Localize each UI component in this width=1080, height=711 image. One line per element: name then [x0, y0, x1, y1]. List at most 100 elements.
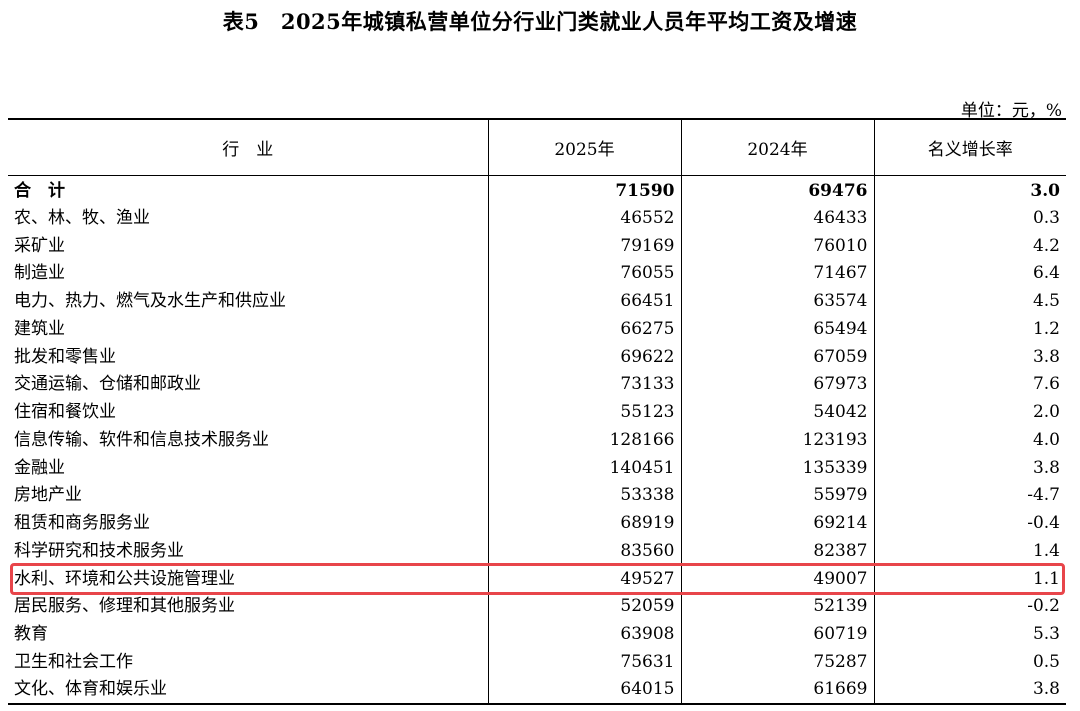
- cell-growth: 2.0: [873, 398, 1066, 427]
- table-row: 采矿业 79169 76010 4.2: [8, 232, 1066, 260]
- cell-2025: 128166: [487, 426, 681, 455]
- cell-2025: 68919: [487, 509, 681, 538]
- cell-2024: 69214: [680, 509, 874, 538]
- cell-2024: 67059: [680, 343, 874, 371]
- cell-growth: -0.4: [873, 509, 1066, 538]
- cell-2025: 46552: [487, 204, 681, 233]
- cell-industry: 金融业: [14, 457, 65, 478]
- cell-2025: 79169: [487, 232, 681, 260]
- cell-2024: 54042: [680, 398, 874, 427]
- cell-2024: 135339: [680, 454, 874, 482]
- cell-2024: 61669: [680, 676, 874, 706]
- cell-2025: 76055: [487, 260, 681, 288]
- cell-2024: 82387: [680, 537, 874, 566]
- cell-2025: 71590: [487, 175, 681, 205]
- table-row: 租赁和商务服务业 68919 69214 -0.4: [8, 509, 1066, 538]
- cell-industry: 制造业: [14, 263, 65, 284]
- cell-growth: 3.8: [873, 343, 1066, 371]
- cell-2025: 75631: [487, 648, 681, 677]
- cell-growth: 0.5: [873, 648, 1066, 677]
- table-row: 教育 63908 60719 5.3: [8, 620, 1066, 649]
- cell-industry: 水利、环境和公共设施管理业: [14, 568, 235, 589]
- cell-growth: 4.5: [873, 287, 1066, 316]
- cell-industry: 批发和零售业: [14, 346, 116, 367]
- wage-table: 行 业 2025年 2024年 名义增长率 合 计 71590 69476 3.…: [8, 118, 1066, 706]
- cell-industry: 农、林、牧、渔业: [14, 207, 150, 228]
- cell-industry: 科学研究和技术服务业: [14, 540, 184, 561]
- table-row: 科学研究和技术服务业 83560 82387 1.4: [8, 537, 1066, 566]
- cell-2024: 49007: [680, 565, 874, 593]
- cell-2024: 71467: [680, 260, 874, 288]
- cell-industry: 租赁和商务服务业: [14, 513, 150, 534]
- cell-2024: 123193: [680, 426, 874, 455]
- cell-2025: 83560: [487, 537, 681, 566]
- header-industry: 行 业: [8, 118, 488, 176]
- cell-2024: 63574: [680, 287, 874, 316]
- table-title: 表5 2025年城镇私营单位分行业门类就业人员年平均工资及增速: [222, 9, 858, 34]
- header-row: 行 业 2025年 2024年 名义增长率: [8, 118, 1066, 176]
- header-2025: 2025年: [487, 118, 681, 176]
- cell-2024: 65494: [680, 315, 874, 344]
- cell-growth: 7.6: [873, 371, 1066, 399]
- cell-2025: 73133: [487, 371, 681, 399]
- table-row: 建筑业 66275 65494 1.2: [8, 315, 1066, 344]
- table-row: 房地产业 53338 55979 -4.7: [8, 482, 1066, 510]
- cell-growth: 0.3: [873, 204, 1066, 233]
- cell-industry: 合 计: [14, 180, 65, 201]
- cell-growth: 3.8: [873, 454, 1066, 482]
- table-row: 制造业 76055 71467 6.4: [8, 260, 1066, 288]
- cell-2025: 52059: [487, 593, 681, 621]
- cell-industry: 建筑业: [14, 318, 65, 339]
- cell-2024: 52139: [680, 593, 874, 621]
- table-row: 住宿和餐饮业 55123 54042 2.0: [8, 398, 1066, 427]
- table-row: 信息传输、软件和信息技术服务业 128166 123193 4.0: [8, 426, 1066, 455]
- cell-2024: 69476: [680, 175, 874, 205]
- cell-2025: 63908: [487, 620, 681, 649]
- header-growth-rate: 名义增长率: [873, 118, 1066, 176]
- table-row-total: 合 计 71590 69476 3.0: [8, 175, 1066, 205]
- cell-industry: 卫生和社会工作: [14, 651, 133, 672]
- cell-growth: 1.4: [873, 537, 1066, 566]
- table-row: 批发和零售业 69622 67059 3.8: [8, 343, 1066, 371]
- table-row-highlighted: 水利、环境和公共设施管理业 49527 49007 1.1: [8, 565, 1066, 593]
- cell-industry: 交通运输、仓储和邮政业: [14, 374, 201, 395]
- cell-2024: 75287: [680, 648, 874, 677]
- table-row: 文化、体育和娱乐业 64015 61669 3.8: [8, 676, 1066, 706]
- cell-2024: 46433: [680, 204, 874, 233]
- cell-growth: -4.7: [873, 482, 1066, 510]
- table-row: 卫生和社会工作 75631 75287 0.5: [8, 648, 1066, 677]
- cell-industry: 采矿业: [14, 235, 65, 256]
- cell-industry: 信息传输、软件和信息技术服务业: [14, 429, 269, 450]
- cell-industry: 住宿和餐饮业: [14, 402, 116, 423]
- cell-2024: 76010: [680, 232, 874, 260]
- cell-growth: 3.8: [873, 676, 1066, 706]
- cell-growth: 6.4: [873, 260, 1066, 288]
- cell-2024: 67973: [680, 371, 874, 399]
- cell-2025: 53338: [487, 482, 681, 510]
- cell-2025: 69622: [487, 343, 681, 371]
- cell-growth: 5.3: [873, 620, 1066, 649]
- header-2024: 2024年: [680, 118, 874, 176]
- cell-industry: 房地产业: [14, 485, 82, 506]
- cell-2025: 55123: [487, 398, 681, 427]
- cell-growth: 3.0: [873, 175, 1066, 205]
- cell-growth: 4.2: [873, 232, 1066, 260]
- cell-2024: 55979: [680, 482, 874, 510]
- cell-industry: 居民服务、修理和其他服务业: [14, 596, 235, 617]
- cell-industry: 文化、体育和娱乐业: [8, 676, 488, 706]
- cell-2025: 140451: [487, 454, 681, 482]
- cell-2025: 64015: [487, 676, 681, 706]
- cell-2024: 60719: [680, 620, 874, 649]
- cell-2025: 66275: [487, 315, 681, 344]
- cell-2025: 49527: [487, 565, 681, 593]
- table-row: 农、林、牧、渔业 46552 46433 0.3: [8, 204, 1066, 233]
- cell-2025: 66451: [487, 287, 681, 316]
- cell-growth: 1.1: [873, 565, 1066, 593]
- cell-growth: 4.0: [873, 426, 1066, 455]
- cell-growth: -0.2: [873, 593, 1066, 621]
- table-row: 交通运输、仓储和邮政业 73133 67973 7.6: [8, 371, 1066, 399]
- cell-growth: 1.2: [873, 315, 1066, 344]
- cell-industry: 教育: [14, 624, 48, 645]
- table-row: 居民服务、修理和其他服务业 52059 52139 -0.2: [8, 593, 1066, 621]
- table-row: 金融业 140451 135339 3.8: [8, 454, 1066, 482]
